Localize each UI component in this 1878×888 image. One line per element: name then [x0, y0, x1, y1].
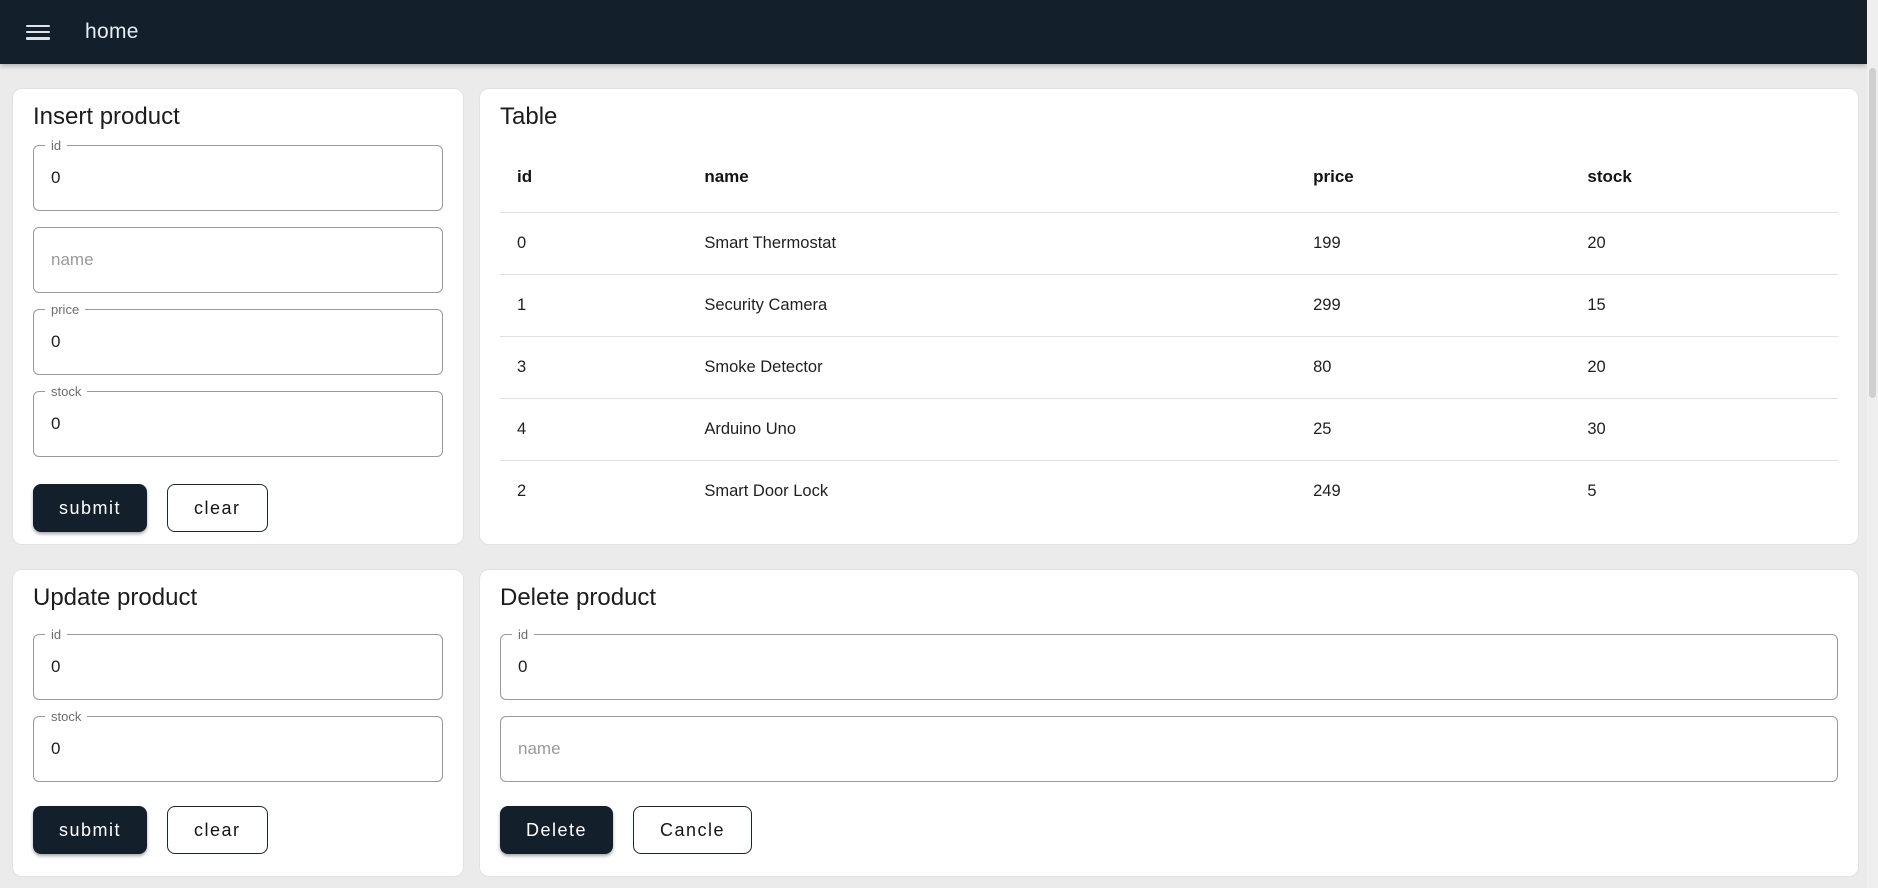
table-body: 0 Smart Thermostat 199 20 1 Security Camera 29… [500, 212, 1838, 522]
table-cell: Security Camera [687, 274, 1297, 337]
insert-price-field: price [33, 301, 443, 375]
delete-product-panel: Delete product id Delete Cancle [479, 569, 1859, 877]
table-cell: 30 [1570, 398, 1838, 461]
hamburger-menu-icon[interactable] [26, 24, 50, 40]
update-stock-label: stock [45, 708, 88, 725]
update-stock-input[interactable] [34, 717, 442, 781]
insert-id-input[interactable] [34, 146, 442, 210]
table-cell: 4 [500, 398, 688, 461]
table-row: 1 Security Camera 299 15 [500, 274, 1838, 337]
insert-price-label: price [45, 301, 86, 318]
insert-stock-label: stock [45, 383, 88, 400]
table-cell: Smart Door Lock [704, 481, 829, 500]
table-row: 4 Arduino Uno 25 30 [500, 398, 1838, 461]
insert-id-field: id [33, 137, 443, 211]
table-cell: Smart Thermostat [687, 212, 1297, 275]
cancel-button[interactable]: Cancle [633, 806, 753, 854]
insert-stock-input[interactable] [34, 392, 442, 456]
table-cell: 20 [1570, 336, 1838, 399]
insert-price-input[interactable] [34, 310, 442, 374]
table-cell: 249 [1313, 481, 1341, 500]
table-panel-title: Table [500, 103, 558, 130]
table-cell: 1 [500, 274, 688, 337]
delete-name-input[interactable] [501, 717, 1837, 781]
delete-id-field: id [500, 626, 1838, 700]
table-row: 2 Smart Door Lock 249 5 [500, 460, 1838, 522]
insert-id-label: id [45, 137, 68, 154]
table-cell: 5 [1587, 481, 1597, 500]
delete-id-input[interactable] [501, 635, 1837, 699]
products-table: id name price stock 0 Smart Thermostat 199… [500, 143, 1838, 522]
app-bar: home [0, 0, 1867, 64]
update-product-panel: Update product id stock submit clear [12, 569, 464, 877]
update-panel-title: Update product [33, 584, 198, 611]
update-stock-field: stock [33, 708, 443, 782]
update-id-field: id [33, 626, 443, 700]
column-header-id: id [500, 143, 688, 213]
insert-clear-button[interactable]: clear [167, 484, 268, 532]
delete-name-field [500, 716, 1838, 782]
update-submit-button[interactable]: submit [33, 806, 148, 854]
delete-button[interactable]: Delete [500, 806, 614, 854]
table-cell: 299 [1296, 274, 1571, 337]
table-cell: Arduino Uno [687, 398, 1297, 461]
table-cell: 25 [1296, 398, 1571, 461]
table-cell: 199 [1296, 212, 1571, 275]
table-cell: 20 [1570, 212, 1838, 275]
table-row: 0 Smart Thermostat 199 20 [500, 212, 1838, 275]
insert-stock-field: stock [33, 383, 443, 457]
table-cell: 3 [500, 336, 688, 399]
delete-id-label: id [512, 626, 535, 643]
insert-panel-title: Insert product [33, 103, 180, 130]
table-header-row: id name price stock [500, 143, 1838, 213]
vertical-scrollbar[interactable] [1867, 0, 1878, 888]
table-cell: 0 [500, 212, 688, 275]
insert-name-input[interactable] [34, 228, 442, 292]
delete-panel-title: Delete product [500, 584, 657, 611]
table-cell: 80 [1296, 336, 1571, 399]
nav-title: home [85, 20, 139, 43]
table-cell: Smoke Detector [687, 336, 1297, 399]
insert-name-field [33, 227, 443, 293]
table-row: 3 Smoke Detector 80 20 [500, 336, 1838, 399]
column-header-stock: stock [1570, 143, 1838, 213]
table-cell: 15 [1570, 274, 1838, 337]
scrollbar-thumb[interactable] [1869, 68, 1876, 398]
update-clear-button[interactable]: clear [167, 806, 268, 854]
table-cell: 2 [517, 481, 527, 500]
column-header-price: price [1296, 143, 1571, 213]
insert-submit-button[interactable]: submit [33, 484, 148, 532]
column-header-name: name [687, 143, 1297, 213]
update-id-input[interactable] [34, 635, 442, 699]
products-table-panel: Table id name price stock 0 Smart Thermos… [479, 88, 1859, 545]
update-id-label: id [45, 626, 68, 643]
insert-product-panel: Insert product id price stock submit cle… [12, 88, 464, 545]
